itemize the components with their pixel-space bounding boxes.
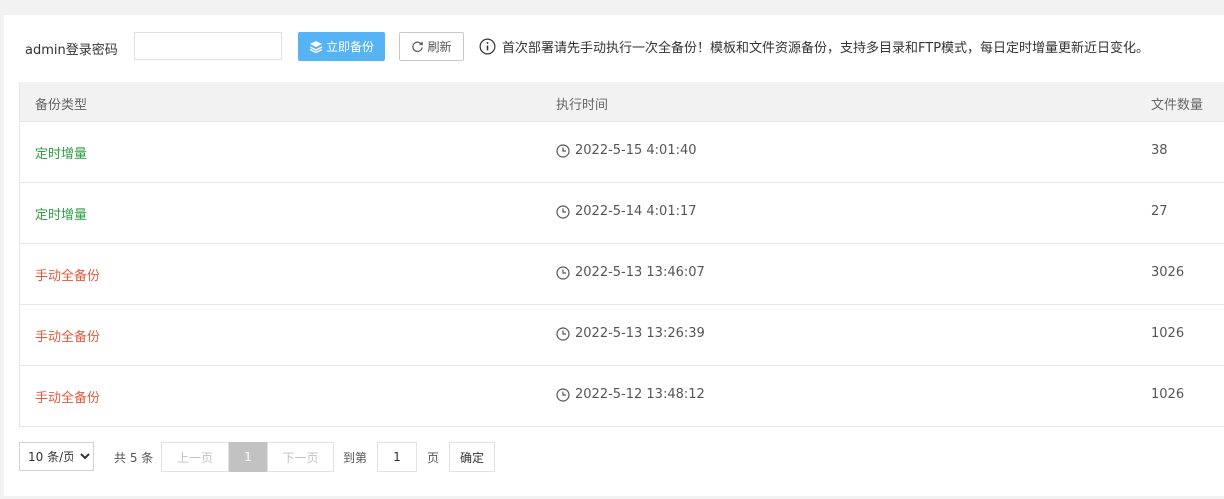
header-exec-time: 执行时间 <box>556 98 609 113</box>
clock-icon <box>556 265 570 280</box>
page: admin登录密码 立即备份 刷新 首次部署请先手动执行一次全备份！模板和文件资… <box>0 0 1224 499</box>
current-page[interactable]: 1 <box>229 442 267 472</box>
backup-panel: admin登录密码 立即备份 刷新 首次部署请先手动执行一次全备份！模板和文件资… <box>4 15 1224 496</box>
backup-type: 手动全备份 <box>35 269 101 284</box>
clock-icon <box>556 326 570 341</box>
goto-label: 到第 <box>343 451 368 465</box>
clock-icon <box>556 143 570 158</box>
password-label: admin登录密码 <box>25 43 118 58</box>
exec-time: 2022-5-13 13:46:07 <box>556 265 705 280</box>
file-count: 1026 <box>1151 387 1185 402</box>
page-unit: 页 <box>427 451 440 465</box>
table-header: 备份类型 执行时间 文件数量 <box>20 82 1224 122</box>
clock-icon <box>556 204 570 219</box>
goto-page-input[interactable] <box>377 442 417 472</box>
page-size-select[interactable]: 10 条/页 <box>19 442 94 471</box>
exec-time-text: 2022-5-13 13:26:39 <box>575 326 705 341</box>
file-count: 38 <box>1151 143 1168 158</box>
file-count: 1026 <box>1151 326 1185 341</box>
table-row: 手动全备份 2022-5-13 13:26:39 1026 <box>20 305 1224 366</box>
goto-confirm-button[interactable]: 确定 <box>449 442 495 472</box>
layers-icon <box>309 40 323 53</box>
toolbar: admin登录密码 立即备份 刷新 首次部署请先手动执行一次全备份！模板和文件资… <box>4 15 1224 77</box>
clock-icon <box>556 387 570 402</box>
table-row: 手动全备份 2022-5-12 13:48:12 1026 <box>20 366 1224 427</box>
backup-now-button[interactable]: 立即备份 <box>298 32 385 61</box>
exec-time: 2022-5-15 4:01:40 <box>556 143 697 158</box>
exec-time: 2022-5-12 13:48:12 <box>556 387 705 402</box>
backup-type: 定时增量 <box>35 147 88 162</box>
backup-type: 手动全备份 <box>35 391 101 406</box>
refresh-icon <box>412 41 424 52</box>
notice: 首次部署请先手动执行一次全备份！模板和文件资源备份，支持多目录和FTP模式，每日… <box>479 37 1149 56</box>
info-icon <box>479 38 496 55</box>
exec-time-text: 2022-5-14 4:01:17 <box>575 204 697 219</box>
refresh-button[interactable]: 刷新 <box>399 32 464 61</box>
exec-time-text: 2022-5-12 13:48:12 <box>575 387 705 402</box>
header-backup-type: 备份类型 <box>35 98 88 113</box>
backup-now-label: 立即备份 <box>325 40 374 54</box>
backup-type: 手动全备份 <box>35 330 101 345</box>
table-row: 定时增量 2022-5-14 4:01:17 27 <box>20 183 1224 244</box>
file-count: 27 <box>1151 204 1168 219</box>
password-input[interactable] <box>134 32 282 60</box>
table-row: 定时增量 2022-5-15 4:01:40 38 <box>20 122 1224 183</box>
file-count: 3026 <box>1151 265 1185 280</box>
header-file-count: 文件数量 <box>1151 98 1204 113</box>
exec-time-text: 2022-5-15 4:01:40 <box>575 143 697 158</box>
exec-time: 2022-5-13 13:26:39 <box>556 326 705 341</box>
table-row: 手动全备份 2022-5-13 13:46:07 3026 <box>20 244 1224 305</box>
refresh-label: 刷新 <box>427 40 452 54</box>
backup-type: 定时增量 <box>35 208 88 223</box>
pagination: 10 条/页 共 5 条 上一页 1 下一页 到第 页 确定 <box>19 442 719 472</box>
notice-text: 首次部署请先手动执行一次全备份！模板和文件资源备份，支持多目录和FTP模式，每日… <box>502 41 1150 56</box>
prev-page-button[interactable]: 上一页 <box>161 442 229 472</box>
backup-table: 备份类型 执行时间 文件数量 定时增量 2022-5-15 4:01:40 38… <box>19 82 1224 427</box>
total-count: 共 5 条 <box>114 451 154 465</box>
exec-time-text: 2022-5-13 13:46:07 <box>575 265 705 280</box>
next-page-button[interactable]: 下一页 <box>267 442 334 472</box>
exec-time: 2022-5-14 4:01:17 <box>556 204 697 219</box>
